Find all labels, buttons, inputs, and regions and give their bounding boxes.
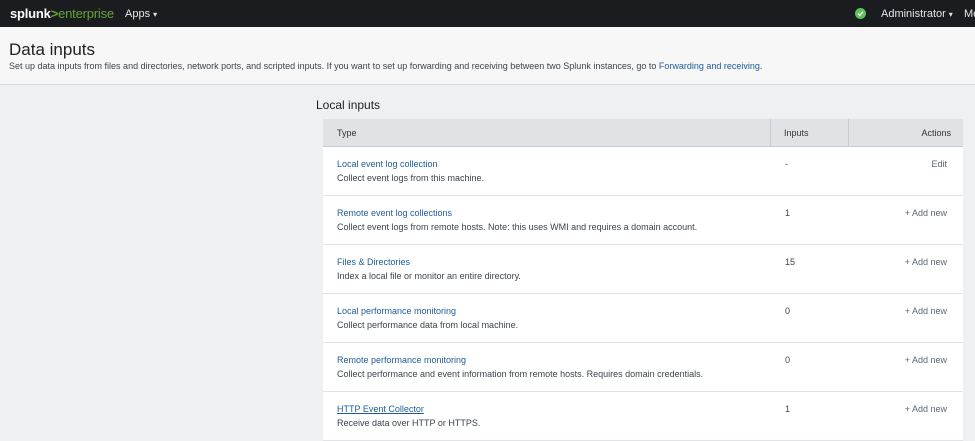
column-header-actions: Actions	[921, 128, 951, 138]
section-title-local-inputs: Local inputs	[316, 98, 381, 112]
input-type-description: Collect performance and event informatio…	[337, 369, 704, 379]
table-row: Remote event log collections Collect eve…	[323, 196, 963, 245]
input-count: 1	[785, 208, 791, 218]
input-count: 15	[785, 257, 796, 267]
input-type-link[interactable]: Remote performance monitoring	[337, 355, 466, 365]
chevron-down-icon: ▾	[153, 10, 158, 19]
user-menu[interactable]: Administrator ▾	[881, 8, 953, 20]
input-type-description: Collect event logs from this machine.	[337, 173, 485, 183]
user-menu-label: Administrator	[881, 8, 946, 20]
input-count: 0	[785, 306, 791, 316]
column-header-inputs[interactable]: Inputs	[784, 128, 809, 138]
add-new-button[interactable]: + Add new	[905, 355, 947, 365]
input-type-description: Index a local file or monitor an entire …	[337, 271, 521, 281]
forwarding-and-receiving-link[interactable]: Forwarding and receiving	[659, 61, 760, 71]
edit-button[interactable]: Edit	[931, 159, 947, 169]
messages-menu[interactable]: Me	[964, 8, 975, 20]
input-count: -	[785, 159, 788, 169]
add-new-button[interactable]: + Add new	[905, 404, 947, 414]
input-type-link[interactable]: Remote event log collections	[337, 208, 452, 218]
table-header: Type Inputs Actions	[323, 119, 963, 147]
local-inputs-table: Type Inputs Actions Local event log coll…	[323, 119, 963, 441]
input-type-link[interactable]: Local event log collection	[337, 159, 438, 169]
table-row: Local event log collection Collect event…	[323, 147, 963, 196]
page-header: Data inputs Set up data inputs from file…	[0, 27, 975, 85]
table-row: Remote performance monitoring Collect pe…	[323, 343, 963, 392]
add-new-button[interactable]: + Add new	[905, 306, 947, 316]
column-divider	[848, 119, 849, 146]
splunk-enterprise-logo[interactable]: splunk>enterprise	[10, 6, 114, 21]
input-type-link[interactable]: Files & Directories	[337, 257, 410, 267]
input-type-link[interactable]: Local performance monitoring	[337, 306, 456, 316]
top-navigation-bar: splunk>enterprise Apps ▾ Administrator ▾ M…	[0, 0, 975, 27]
input-type-link[interactable]: HTTP Event Collector	[337, 404, 424, 414]
table-row: HTTP Event Collector Receive data over H…	[323, 392, 963, 441]
input-count: 0	[785, 355, 791, 365]
page-description: Set up data inputs from files and direct…	[9, 61, 763, 71]
apps-menu[interactable]: Apps ▾	[125, 8, 157, 20]
input-type-description: Collect performance data from local mach…	[337, 320, 519, 330]
check-circle-icon[interactable]	[855, 8, 866, 19]
table-row: Local performance monitoring Collect per…	[323, 294, 963, 343]
table-row: Files & Directories Index a local file o…	[323, 245, 963, 294]
column-divider	[770, 119, 771, 146]
column-header-type[interactable]: Type	[337, 128, 357, 138]
input-type-description: Receive data over HTTP or HTTPS.	[337, 418, 481, 428]
input-type-description: Collect event logs from remote hosts. No…	[337, 222, 698, 232]
apps-menu-label: Apps	[125, 8, 151, 20]
input-count: 1	[785, 404, 791, 414]
add-new-button[interactable]: + Add new	[905, 208, 947, 218]
add-new-button[interactable]: + Add new	[905, 257, 947, 267]
chevron-down-icon: ▾	[948, 10, 953, 19]
page-title: Data inputs	[9, 40, 95, 59]
